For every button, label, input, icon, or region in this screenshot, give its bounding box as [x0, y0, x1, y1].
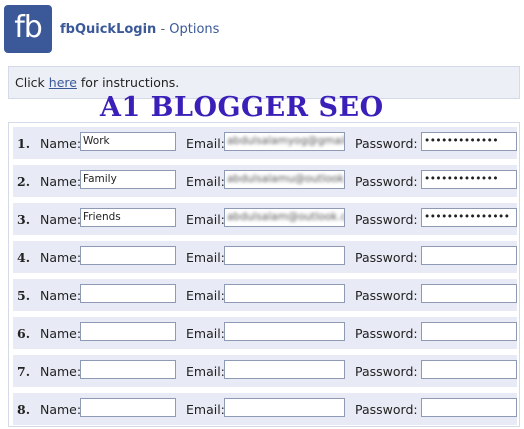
row-number: 5.: [17, 288, 31, 303]
password-label: Password:: [355, 174, 418, 189]
email-input[interactable]: [224, 322, 345, 341]
name-label: Name:: [40, 250, 82, 265]
password-input[interactable]: [421, 246, 517, 265]
name-label: Name:: [40, 364, 82, 379]
facebook-logo-icon: fb: [4, 5, 52, 53]
page-title: fbQuickLogin - Options: [60, 22, 219, 37]
instructions-link[interactable]: here: [49, 75, 77, 90]
email-input[interactable]: [224, 246, 345, 265]
password-label: Password:: [355, 136, 418, 151]
password-label: Password:: [355, 212, 418, 227]
name-input[interactable]: [80, 246, 176, 265]
password-input[interactable]: [421, 322, 517, 341]
email-input[interactable]: [224, 284, 345, 303]
password-input[interactable]: [421, 398, 517, 417]
account-row-3: 3. Name: Friends Email: abdulsalam@outlo…: [13, 203, 517, 235]
email-input[interactable]: [224, 360, 345, 379]
password-label: Password:: [355, 364, 418, 379]
name-input[interactable]: [80, 322, 176, 341]
row-number: 1.: [17, 136, 31, 151]
header: fb fbQuickLogin - Options: [0, 0, 524, 62]
page-name: Options: [169, 22, 220, 37]
name-label: Name:: [40, 136, 82, 151]
password-input[interactable]: •••••••••••••: [421, 132, 517, 151]
name-label: Name:: [40, 402, 82, 417]
email-label: Email:: [186, 136, 225, 151]
row-number: 6.: [17, 326, 31, 341]
email-input[interactable]: [224, 398, 345, 417]
email-value: abdulsalamyog@gmail.com: [227, 135, 344, 147]
name-label: Name:: [40, 288, 82, 303]
email-label: Email:: [186, 364, 225, 379]
email-label: Email:: [186, 212, 225, 227]
row-number: 7.: [17, 364, 31, 379]
password-input[interactable]: [421, 360, 517, 379]
app-name: fbQuickLogin: [60, 22, 157, 37]
name-label: Name:: [40, 212, 82, 227]
account-row-1: 1. Name: Work Email: abdulsalamyog@gmail…: [13, 127, 517, 159]
email-label: Email:: [186, 250, 225, 265]
password-input[interactable]: [421, 284, 517, 303]
instructions-suffix: for instructions.: [76, 75, 180, 90]
email-label: Email:: [186, 326, 225, 341]
password-label: Password:: [355, 326, 418, 341]
email-input[interactable]: abdulsalamyog@gmail.com: [224, 132, 345, 151]
row-number: 4.: [17, 250, 31, 265]
account-row-6: 6. Name: Email: Password:: [13, 317, 517, 349]
email-value: abdulsalam@outlook.com: [227, 211, 344, 223]
password-label: Password:: [355, 402, 418, 417]
row-number: 2.: [17, 174, 31, 189]
account-row-5: 5. Name: Email: Password:: [13, 279, 517, 311]
accounts-table: 1. Name: Work Email: abdulsalamyog@gmail…: [8, 122, 520, 427]
account-row-2: 2. Name: Family Email: abdulsalamu@outlo…: [13, 165, 517, 197]
watermark-text: A1 BLOGGER SEO: [100, 92, 384, 123]
row-number: 3.: [17, 212, 31, 227]
email-input[interactable]: abdulsalam@outlook.com: [224, 208, 345, 227]
title-separator: -: [156, 22, 170, 37]
password-label: Password:: [355, 250, 418, 265]
password-input[interactable]: •••••••••••••: [421, 170, 517, 189]
email-label: Email:: [186, 174, 225, 189]
name-input[interactable]: Family: [80, 170, 176, 189]
row-number: 8.: [17, 402, 31, 417]
instructions-prefix: Click: [15, 75, 49, 90]
email-label: Email:: [186, 402, 225, 417]
password-input[interactable]: •••••••••••••••: [421, 208, 517, 227]
email-input[interactable]: abdulsalamu@outlook.com: [224, 170, 345, 189]
account-row-8: 8. Name: Email: Password:: [13, 393, 517, 425]
password-label: Password:: [355, 288, 418, 303]
name-input[interactable]: [80, 398, 176, 417]
name-input[interactable]: Work: [80, 132, 176, 151]
name-input[interactable]: Friends: [80, 208, 176, 227]
name-label: Name:: [40, 326, 82, 341]
email-label: Email:: [186, 288, 225, 303]
name-label: Name:: [40, 174, 82, 189]
email-value: abdulsalamu@outlook.com: [227, 173, 345, 185]
account-row-7: 7. Name: Email: Password:: [13, 355, 517, 387]
account-row-4: 4. Name: Email: Password:: [13, 241, 517, 273]
name-input[interactable]: [80, 360, 176, 379]
name-input[interactable]: [80, 284, 176, 303]
